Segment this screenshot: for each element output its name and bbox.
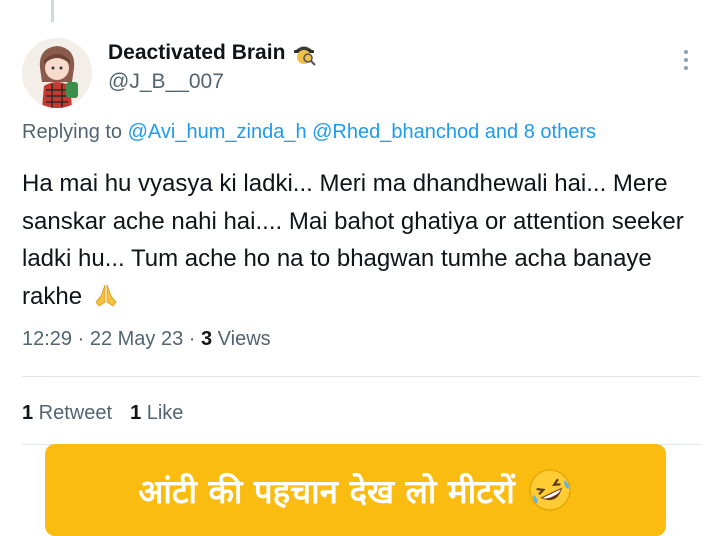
rolling-laughing-emoji-icon — [529, 469, 571, 511]
replying-user-link[interactable]: @Avi_hum_zinda_h — [128, 121, 307, 143]
caption-text: आंटी की पहचान देख लो मीटरों — [138, 471, 515, 511]
retweets-stat[interactable]: 1 Retweet — [22, 402, 112, 424]
replying-others-link[interactable]: and 8 others — [485, 121, 596, 143]
replying-prefix: Replying to — [22, 121, 123, 143]
retweet-label: Retweet — [33, 402, 113, 424]
replying-to-line: Replying to @Avi_hum_zinda_h @Rhed_bhanc… — [22, 121, 596, 144]
divider — [22, 376, 700, 377]
avatar-anime-girl-icon — [22, 38, 92, 108]
retweet-count: 1 — [22, 402, 34, 424]
views-count: 3 — [200, 328, 213, 350]
display-name-row[interactable]: Deactivated Brain — [108, 40, 317, 66]
thread-connector-line — [51, 0, 54, 22]
like-label: Like — [141, 402, 184, 424]
tweet-meta: 12:29 · 22 May 23 · 3 Views — [22, 328, 271, 351]
more-options-icon[interactable] — [676, 48, 696, 72]
likes-stat[interactable]: 1 Like — [130, 402, 183, 424]
detective-emoji-icon — [294, 46, 317, 66]
display-name[interactable]: Deactivated Brain — [108, 41, 285, 65]
views-label: Views — [212, 328, 271, 350]
user-handle[interactable]: @J_B__007 — [108, 70, 224, 94]
caption-banner: आंटी की पहचान देख लो मीटरों — [45, 444, 666, 536]
avatar[interactable] — [22, 38, 92, 108]
like-count: 1 — [130, 402, 142, 424]
engagement-stats: 1 Retweet 1 Like — [22, 402, 183, 425]
folded-hands-emoji-icon — [95, 284, 117, 307]
tweet-text: Ha mai hu vyasya ki ladki... Meri ma dha… — [22, 170, 684, 310]
replying-user-link[interactable]: @Rhed_bhanchod — [312, 121, 479, 143]
tweet-timestamp[interactable]: 12:29 · 22 May 23 · — [22, 328, 201, 350]
tweet-body: Ha mai hu vyasya ki ladki... Meri ma dha… — [22, 165, 702, 315]
